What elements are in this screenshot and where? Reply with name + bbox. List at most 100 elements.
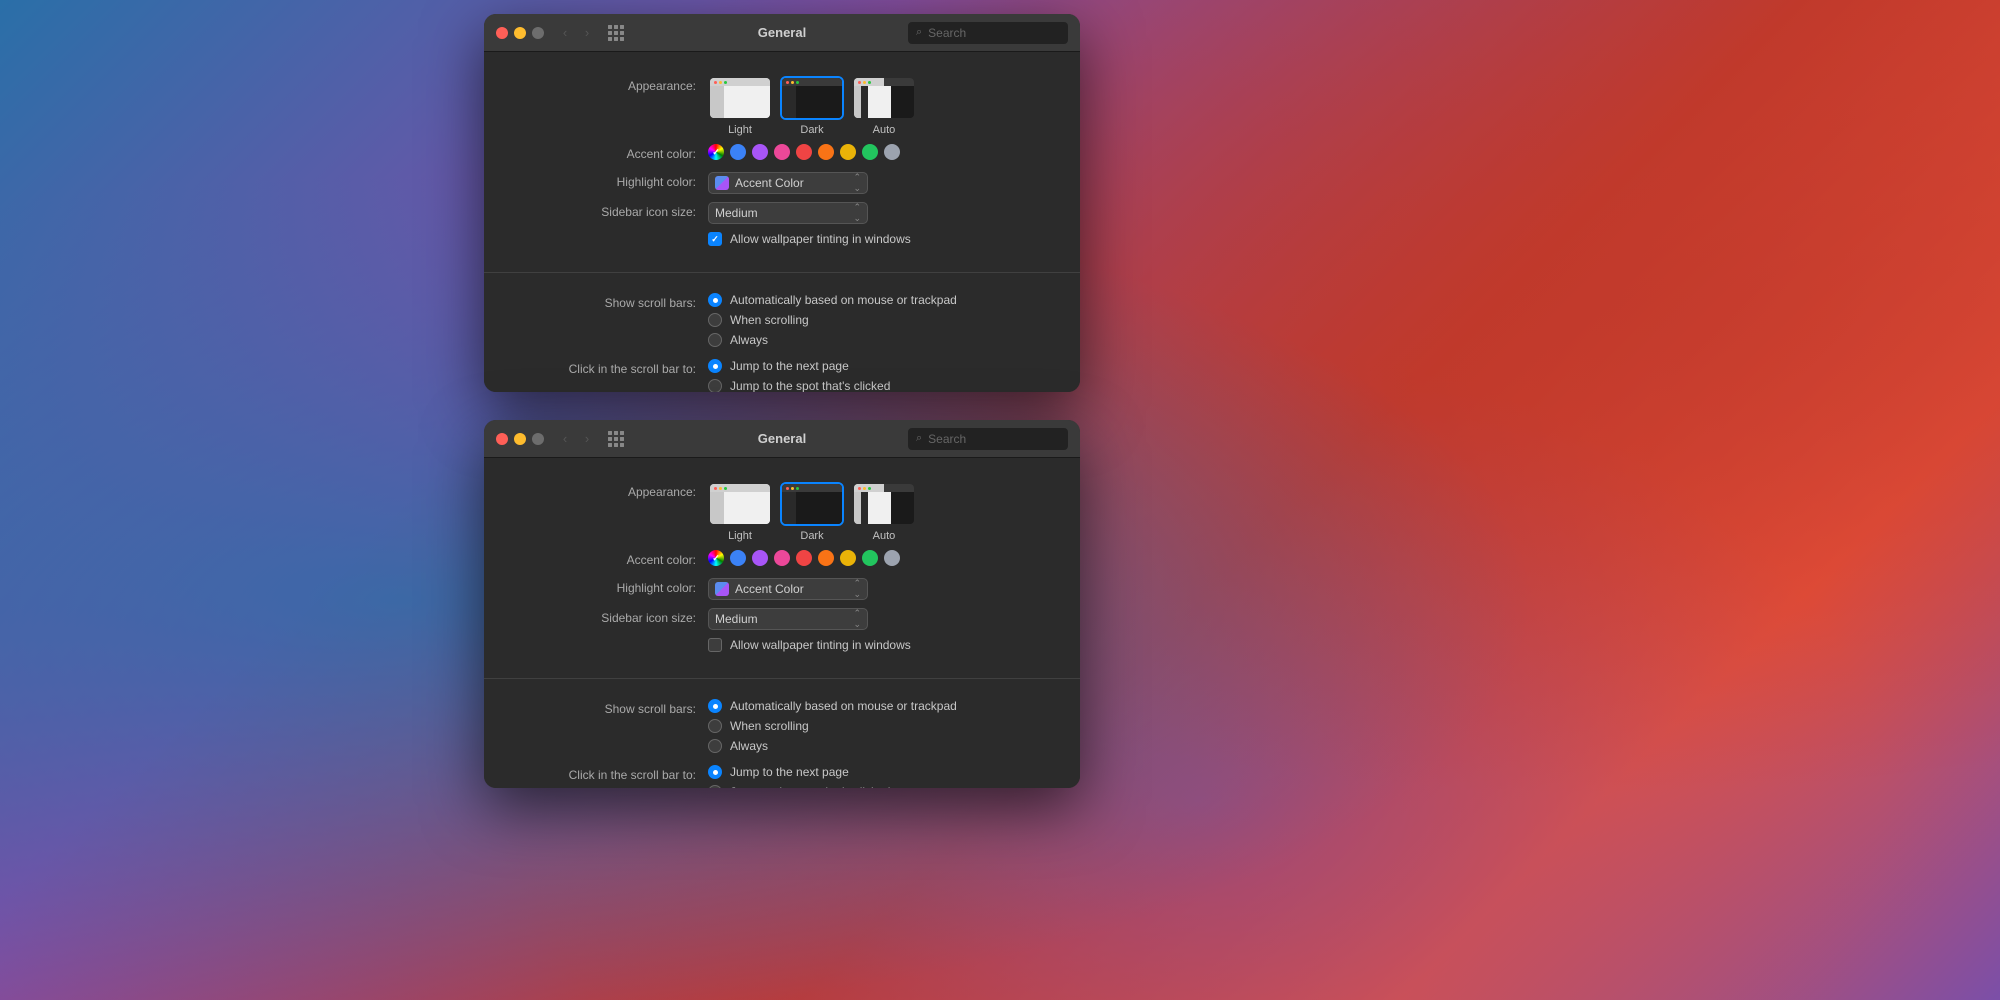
click-scroll-label-top: Click in the scroll bar to: (508, 359, 708, 378)
scroll-bars-label-top: Show scroll bars: (508, 293, 708, 312)
wallpaper-checkbox-row-top: Allow wallpaper tinting in windows (708, 232, 911, 246)
highlight-swatch-bottom (715, 582, 729, 596)
nav-buttons-top: ‹ › (556, 24, 596, 42)
accent-purple-bottom[interactable] (752, 550, 768, 566)
accent-red-bottom[interactable] (796, 550, 812, 566)
grid-icon-top[interactable] (608, 25, 624, 41)
wallpaper-checkbox-row-bottom: Allow wallpaper tinting in windows (708, 638, 911, 652)
forward-button-top[interactable]: › (578, 24, 596, 42)
appearance-dark-bottom[interactable]: Dark (780, 482, 844, 542)
highlight-color-dropdown-bottom[interactable]: Accent Color ⌃⌄ (708, 578, 868, 600)
accent-multicolor-bottom[interactable] (708, 550, 724, 566)
highlight-color-row-bottom: Highlight color: Accent Color ⌃⌄ (484, 574, 1080, 604)
scroll-auto-radio-top[interactable] (708, 293, 722, 307)
appearance-options-bottom: Light (708, 482, 916, 542)
appearance-label-bottom: Appearance: (508, 482, 708, 501)
accent-orange-top[interactable] (818, 144, 834, 160)
click-spot-radio-bottom[interactable] (708, 785, 722, 788)
appearance-light-bottom[interactable]: Light (708, 482, 772, 542)
click-next-page-label-bottom: Jump to the next page (730, 765, 849, 779)
highlight-color-controls-bottom: Accent Color ⌃⌄ (708, 578, 1056, 600)
appearance-light-top[interactable]: Light (708, 76, 772, 136)
search-placeholder-top: Search (928, 26, 966, 40)
appearance-auto-label-top: Auto (873, 124, 896, 136)
accent-colors-top (708, 144, 900, 160)
accent-color-label-bottom: Accent color: (508, 550, 708, 569)
accent-graphite-top[interactable] (884, 144, 900, 160)
appearance-thumb-light-top (708, 76, 772, 120)
accent-multicolor-top[interactable] (708, 144, 724, 160)
scroll-scrolling-row-top: When scrolling (708, 313, 957, 327)
grid-icon-bottom[interactable] (608, 431, 624, 447)
appearance-dark-top[interactable]: Dark (780, 76, 844, 136)
click-next-page-radio-top[interactable] (708, 359, 722, 373)
wallpaper-controls-bottom: Allow wallpaper tinting in windows (708, 638, 1056, 652)
appearance-controls-top: Light (708, 76, 1056, 136)
accent-green-bottom[interactable] (862, 550, 878, 566)
accent-color-row-bottom: Accent color: (484, 546, 1080, 574)
search-bar-top[interactable]: ⌕ Search (908, 22, 1068, 44)
accent-yellow-top[interactable] (840, 144, 856, 160)
accent-red-top[interactable] (796, 144, 812, 160)
wallpaper-label-top (508, 232, 708, 234)
fullscreen-button-top (532, 27, 544, 39)
accent-color-controls-top (708, 144, 1056, 160)
click-spot-label-bottom: Jump to the spot that's clicked (730, 785, 890, 788)
scroll-scrolling-radio-top[interactable] (708, 313, 722, 327)
wallpaper-checkbox-label-bottom: Allow wallpaper tinting in windows (730, 638, 911, 652)
search-bar-bottom[interactable]: ⌕ Search (908, 428, 1068, 450)
scroll-always-row-top: Always (708, 333, 957, 347)
accent-graphite-bottom[interactable] (884, 550, 900, 566)
scroll-bars-label-bottom: Show scroll bars: (508, 699, 708, 718)
accent-yellow-bottom[interactable] (840, 550, 856, 566)
forward-button-bottom[interactable]: › (578, 430, 596, 448)
accent-green-top[interactable] (862, 144, 878, 160)
wallpaper-row-bottom: Allow wallpaper tinting in windows (484, 634, 1080, 662)
scroll-always-radio-bottom[interactable] (708, 739, 722, 753)
scroll-scrolling-radio-bottom[interactable] (708, 719, 722, 733)
sidebar-icon-label-bottom: Sidebar icon size: (508, 608, 708, 627)
click-spot-row-bottom: Jump to the spot that's clicked (708, 785, 890, 788)
appearance-auto-top[interactable]: Auto (852, 76, 916, 136)
accent-pink-top[interactable] (774, 144, 790, 160)
click-scroll-row-bottom: Click in the scroll bar to: Jump to the … (484, 761, 1080, 788)
accent-purple-top[interactable] (752, 144, 768, 160)
click-scroll-controls-top: Jump to the next page Jump to the spot t… (708, 359, 1056, 392)
close-button-bottom[interactable] (496, 433, 508, 445)
titlebar-bottom: ‹ › General ⌕ Search (484, 420, 1080, 458)
accent-pink-bottom[interactable] (774, 550, 790, 566)
highlight-dropdown-text-top: Accent Color (735, 176, 847, 190)
highlight-color-dropdown-top[interactable]: Accent Color ⌃⌄ (708, 172, 868, 194)
sidebar-icon-dropdown-top[interactable]: Medium ⌃⌄ (708, 202, 868, 224)
back-button-bottom[interactable]: ‹ (556, 430, 574, 448)
traffic-lights-bottom (496, 433, 544, 445)
click-spot-radio-top[interactable] (708, 379, 722, 392)
wallpaper-checkbox-bottom[interactable] (708, 638, 722, 652)
sidebar-icon-row-top: Sidebar icon size: Medium ⌃⌄ (484, 198, 1080, 228)
highlight-dropdown-text-bottom: Accent Color (735, 582, 847, 596)
sidebar-icon-controls-top: Medium ⌃⌄ (708, 202, 1056, 224)
back-button-top[interactable]: ‹ (556, 24, 574, 42)
scroll-auto-radio-bottom[interactable] (708, 699, 722, 713)
appearance-auto-bottom[interactable]: Auto (852, 482, 916, 542)
accent-blue-bottom[interactable] (730, 550, 746, 566)
minimize-button-bottom[interactable] (514, 433, 526, 445)
sidebar-icon-dropdown-bottom[interactable]: Medium ⌃⌄ (708, 608, 868, 630)
close-button-top[interactable] (496, 27, 508, 39)
accent-colors-bottom (708, 550, 900, 566)
minimize-button-top[interactable] (514, 27, 526, 39)
window-bottom: ‹ › General ⌕ Search Appearance: (484, 420, 1080, 788)
wallpaper-checkbox-top[interactable] (708, 232, 722, 246)
scroll-scrolling-label-top: When scrolling (730, 313, 809, 327)
appearance-options-top: Light (708, 76, 916, 136)
highlight-color-label-bottom: Highlight color: (508, 578, 708, 597)
accent-blue-top[interactable] (730, 144, 746, 160)
scroll-auto-label-bottom: Automatically based on mouse or trackpad (730, 699, 957, 713)
highlight-color-label-top: Highlight color: (508, 172, 708, 191)
highlight-swatch-top (715, 176, 729, 190)
click-next-page-radio-bottom[interactable] (708, 765, 722, 779)
wallpaper-controls-top: Allow wallpaper tinting in windows (708, 232, 1056, 246)
scroll-always-radio-top[interactable] (708, 333, 722, 347)
sidebar-icon-label-top: Sidebar icon size: (508, 202, 708, 221)
accent-orange-bottom[interactable] (818, 550, 834, 566)
